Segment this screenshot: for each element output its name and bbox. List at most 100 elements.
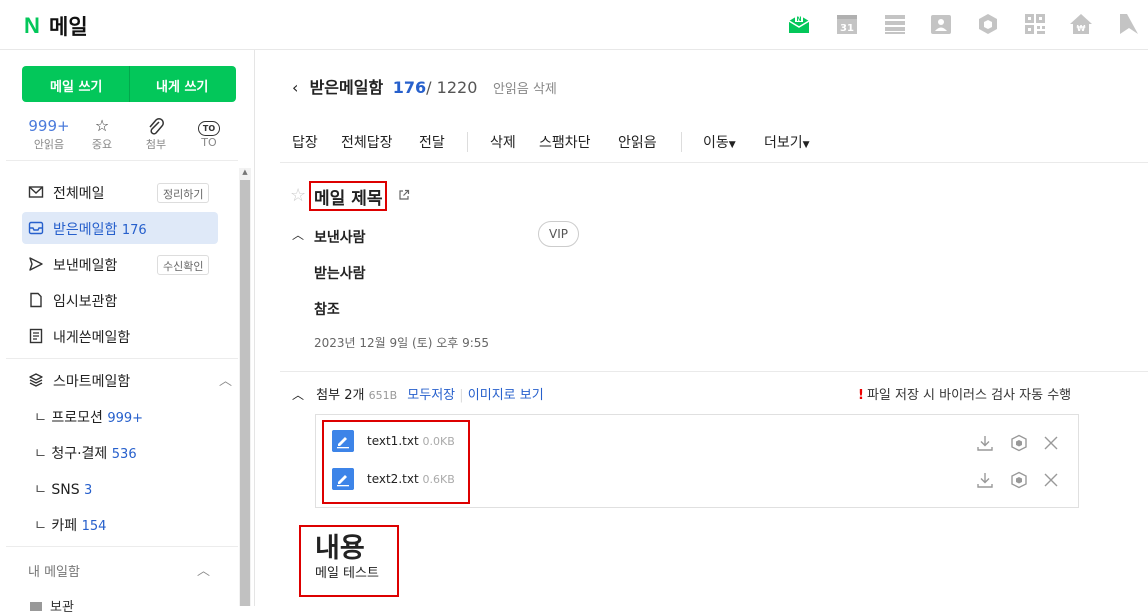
chevron-up-icon[interactable]: ︿ (292, 226, 304, 243)
sidebar-item-label: 전체메일 (53, 186, 105, 202)
file-size: 0.6KB (422, 473, 455, 486)
mail-date: 2023년 12월 9일 (토) 오후 9:55 (314, 336, 490, 350)
svg-text:N: N (796, 16, 801, 23)
write-mail-button[interactable]: 메일 쓰기 (50, 76, 102, 95)
sidebar-item-label: 받은메일함 176 (53, 222, 147, 238)
sidebar-subitem-sns[interactable]: ㄴ SNS 3 (34, 479, 92, 499)
organize-button[interactable]: 정리하기 (157, 183, 210, 203)
download-icon[interactable] (976, 471, 994, 489)
attachment-size: 651B (368, 389, 398, 402)
send-icon (29, 257, 43, 271)
sender-label: 보낸사람 (314, 230, 366, 246)
close-icon[interactable] (1042, 471, 1060, 489)
vip-button[interactable]: VIP (538, 221, 579, 247)
sidebar-item-drafts[interactable]: 임시보관함 (22, 284, 218, 316)
sidebar-subitem-billing[interactable]: ㄴ 청구·결제 536 (34, 443, 137, 463)
cube-icon[interactable] (976, 12, 1000, 36)
forward-button[interactable]: 전달 (419, 132, 445, 152)
external-link-icon[interactable] (398, 189, 410, 201)
attachment-bar: ︿ 첨부 2개 651B 모두저장 | 이미지로 보기 (292, 388, 544, 403)
warning-icon: ! (858, 388, 864, 403)
view-as-image-link[interactable]: 이미지로 보기 (468, 388, 544, 403)
mail-view: ‹ 받은메일함 176/ 1220 안읽음 삭제 답장 전체답장 전달 삭제 스… (256, 50, 1148, 606)
chevron-up-icon[interactable]: ︿ (219, 370, 232, 389)
sidebar-subitem-cafe[interactable]: ㄴ 카페 154 (34, 515, 106, 535)
sidebar-item-self-sent[interactable]: 내게쓴메일함 (22, 320, 218, 352)
quick-unread-label: 안읽음 (33, 138, 65, 151)
read-receipt-button[interactable]: 수신확인 (157, 255, 210, 275)
inbox-icon (28, 221, 44, 235)
body-heading: 내용 (315, 533, 365, 564)
attachment-count: 2개 (344, 388, 365, 403)
sidebar-item-label: 내게쓴메일함 (53, 330, 131, 346)
reply-button[interactable]: 답장 (292, 132, 318, 152)
mark-unread-button[interactable]: 안읽음 (618, 132, 657, 152)
download-icon[interactable] (976, 434, 994, 452)
attachment-list: text1.txt 0.0KB text2.txt 0.6KB (322, 420, 470, 504)
sidebar-item-inbox[interactable]: 받은메일함 176 (22, 212, 218, 244)
more-dropdown[interactable]: 더보기▼ (764, 132, 810, 152)
cc-label: 참조 (314, 302, 340, 318)
chevron-up-icon[interactable]: ︿ (292, 388, 304, 402)
document-icon (30, 292, 42, 308)
caret-down-icon: ▼ (728, 140, 736, 150)
back-chevron-icon[interactable]: ‹ (292, 78, 304, 97)
app-title[interactable]: 메일 (49, 11, 88, 41)
quick-to[interactable]: TO TO (184, 116, 234, 149)
star-icon[interactable]: ☆ (290, 185, 306, 206)
sidebar-item-all-mail[interactable]: 전체메일 정리하기 (22, 176, 218, 208)
sidebar-item-smart-mailbox[interactable]: 스마트메일함 ︿ (22, 364, 232, 396)
quick-attach-label: 첨부 (145, 138, 167, 151)
file-size: 0.0KB (422, 435, 455, 448)
unread-count: 999+ (28, 117, 70, 135)
delete-button[interactable]: 삭제 (490, 132, 516, 152)
text-file-icon (332, 430, 354, 452)
contacts-icon[interactable] (929, 12, 953, 36)
folder-name[interactable]: 받은메일함 (310, 78, 384, 97)
close-icon[interactable] (1042, 434, 1060, 452)
chevron-up-icon[interactable]: ︿ (197, 560, 210, 579)
total-count: / 1220 (426, 78, 478, 97)
divider (6, 546, 238, 547)
write-self-button[interactable]: 내게 쓰기 (156, 76, 208, 95)
svg-text:31: 31 (840, 23, 854, 34)
sidebar-item-label: 임시보관함 (53, 294, 118, 310)
attachment-item[interactable]: text1.txt 0.0KB (332, 430, 472, 454)
divider (129, 66, 130, 102)
recipient-label: 받는사람 (314, 266, 366, 282)
save-all-link[interactable]: 모두저장 (407, 388, 455, 403)
my-mailbox-header[interactable]: 내 메일함 (28, 561, 80, 580)
mail-inbox-icon[interactable]: N (787, 12, 811, 36)
divider (467, 132, 468, 152)
quick-unread[interactable]: 999+ 안읽음 (24, 116, 74, 152)
cube-icon[interactable] (1010, 434, 1028, 452)
list-icon[interactable] (883, 12, 907, 36)
divider (6, 160, 238, 161)
caret-down-icon: ▼ (802, 140, 810, 150)
write-button-group: 메일 쓰기 내게 쓰기 (22, 66, 236, 102)
divider (280, 371, 1148, 372)
top-bar: N 메일 N 31 ₩ (0, 0, 1148, 50)
quick-important-label: 중요 (91, 138, 113, 151)
sidebar-item-sent[interactable]: 보낸메일함 수신확인 (22, 248, 218, 280)
qr-icon[interactable] (1023, 12, 1047, 36)
sidebar-subitem-promotion[interactable]: ㄴ 프로모션 999+ (34, 407, 143, 427)
scrollbar-thumb[interactable] (240, 180, 250, 606)
quick-attach[interactable]: 첨부 (131, 116, 181, 152)
cube-icon[interactable] (1010, 471, 1028, 489)
spam-block-button[interactable]: 스팸차단 (539, 132, 591, 152)
file-name: text1.txt (367, 434, 419, 448)
naver-logo[interactable]: N (24, 13, 40, 39)
pay-icon[interactable]: ₩ (1069, 12, 1093, 36)
calendar-icon[interactable]: 31 (835, 12, 859, 36)
text-file-icon (332, 468, 354, 490)
attachment-item[interactable]: text2.txt 0.6KB (332, 468, 472, 492)
quick-important[interactable]: ☆ 중요 (77, 116, 127, 152)
delete-unread-link[interactable]: 안읽음 삭제 (493, 82, 557, 97)
sidebar-item-label: 보낸메일함 (53, 258, 118, 274)
move-dropdown[interactable]: 이동▼ (703, 132, 736, 152)
scroll-up-icon[interactable]: ▲ (240, 168, 250, 178)
mail-body: 내용 메일 테스트 (299, 525, 399, 597)
reply-all-button[interactable]: 전체답장 (341, 132, 393, 152)
bookmark-icon[interactable] (1117, 12, 1141, 36)
